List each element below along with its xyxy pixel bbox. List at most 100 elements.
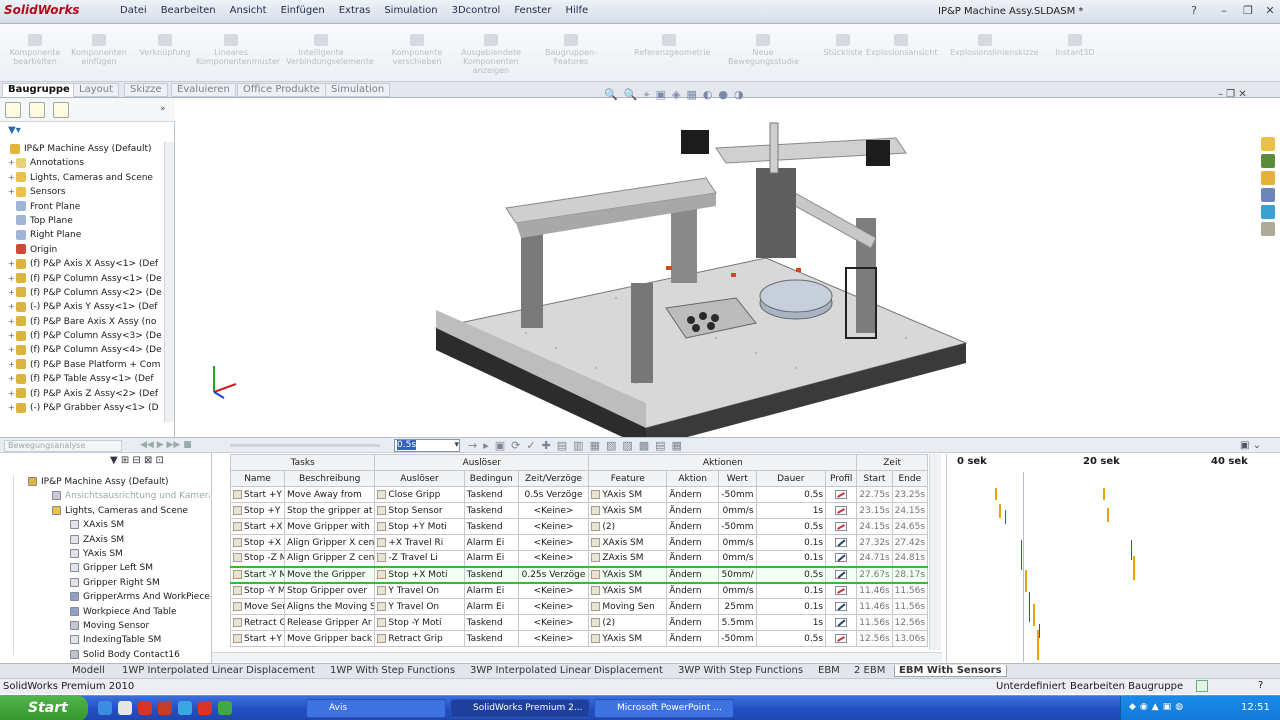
table-cell[interactable]: 27.67s [856,565,893,584]
table-cell[interactable]: 0mm/s [718,534,757,551]
motion-tree-item[interactable]: Workpiece And Table [4,605,210,619]
table-cell[interactable]: 5.5mm [718,614,757,631]
table-cell[interactable]: Release Gripper Ar [283,614,376,631]
motion-tool-icons[interactable]: →▸▣⟳✓✚▤▥▦▧▨▩▤▦ [468,439,688,452]
table-cell[interactable]: Alarm Ei [463,534,519,551]
table-cell[interactable]: (2) [588,614,668,631]
table-cell[interactable]: -50mm [718,518,757,535]
table-cell[interactable]: 0.1s [755,550,827,567]
column-header[interactable]: Start [856,470,893,487]
timeline-event-bar[interactable] [1133,556,1135,580]
table-cell[interactable]: Move the Gripper [283,565,376,584]
app-icon[interactable] [218,701,232,715]
ribbon-button-2[interactable]: Verknüpfung [130,34,200,57]
table-cell[interactable]: 11.56s [891,582,929,599]
motion-tree-item[interactable]: IndexingTable SM [4,633,210,647]
table-cell[interactable]: 0mm/s [718,582,757,599]
timeline-event-line[interactable] [1029,592,1030,622]
table-cell[interactable] [825,518,858,535]
motion-tree-scrollbar[interactable] [4,475,14,655]
table-cell[interactable]: 28.17s [891,565,929,584]
timeline-event-bar[interactable] [995,488,997,500]
column-header[interactable]: Auslöser [374,470,465,487]
table-cell[interactable]: Retract Gri [230,614,285,631]
ribbon-button-13[interactable]: Instant3D [1040,34,1110,57]
table-cell[interactable]: 0.5s [755,486,827,503]
help-icon[interactable]: ? [1186,4,1202,18]
feature-tree-item[interactable]: + (f) P&P Column Assy<1> (De [0,272,165,286]
table-cell[interactable]: YAxis SM [588,486,668,503]
feature-tree-item[interactable]: + Lights, Cameras and Scene [0,171,165,185]
expand-chevron-icon[interactable]: » [160,104,166,114]
ribbon-button-9[interactable]: Neue Bewegungsstudie [728,34,799,66]
tab-ebm[interactable]: EBM [814,665,844,676]
table-cell[interactable]: 0.5s [755,518,827,535]
feature-tree-item[interactable]: Front Plane [0,200,165,214]
table-cell[interactable]: Stop the gripper at [283,502,376,519]
table-cell[interactable]: 24.15s [891,502,929,519]
feature-tree-item[interactable]: + (f) P&P Table Assy<1> (Def [0,372,165,386]
table-cell[interactable]: 0.5s Verzöge [517,486,590,503]
table-cell[interactable]: Ändern [666,550,720,567]
table-cell[interactable]: 0.1s [755,598,827,615]
motion-tree-item[interactable]: Gripper Left SM [4,561,210,575]
table-cell[interactable]: <Keine> [517,534,590,551]
expand-icon[interactable]: + [8,315,16,329]
ribbon-button-1[interactable]: Komponenten einfügen [64,34,134,66]
expand-icon[interactable]: + [8,156,16,170]
table-cell[interactable]: 11.46s [856,598,893,615]
table-cell[interactable]: 50mm/ [718,565,757,584]
acrobat-icon[interactable] [198,701,212,715]
feature-tree-item[interactable]: + (f) P&P Axis Z Assy<2> (Def [0,387,165,401]
table-cell[interactable]: -50mm [718,486,757,503]
table-cell[interactable]: Start +Y M [230,486,285,503]
table-cell[interactable] [825,614,858,631]
table-cell[interactable]: YAxis SM [588,630,668,647]
tab-1wp-interpolated[interactable]: 1WP Interpolated Linear Displacement [118,665,319,676]
table-cell[interactable]: <Keine> [517,550,590,567]
table-cell[interactable]: Moving Sen [588,598,668,615]
feature-tree-item[interactable]: + (-) P&P Axis Y Assy<1> (Def [0,300,165,314]
expand-icon[interactable]: + [8,343,16,357]
table-cell[interactable]: Retract Grip [374,630,465,647]
table-cell[interactable]: Start +Y M [230,630,285,647]
table-cell[interactable]: Taskend [463,630,519,647]
feature-tree-item[interactable]: + (f) P&P Base Platform + Com [0,358,165,372]
table-cell[interactable]: Move Gripper with [283,518,376,535]
table-cell[interactable]: Taskend [463,565,519,584]
filter-icon[interactable]: ▼▾ [8,125,21,136]
column-header[interactable]: Aktion [666,470,720,487]
start-button[interactable]: Start [0,696,88,720]
restore-icon[interactable]: ❐ [1240,4,1256,18]
table-cell[interactable]: 0mm/s [718,550,757,567]
timeline-event-bar[interactable] [999,504,1001,518]
column-header[interactable]: Wert [718,470,757,487]
solidworks-logo[interactable]: SolidWorks [4,3,80,17]
table-cell[interactable]: Ändern [666,518,720,535]
menu-extras[interactable]: Extras [339,5,371,16]
taskbar-item-avis[interactable]: Avis [306,699,446,718]
browser-icon[interactable] [178,701,192,715]
table-cell[interactable] [825,630,858,647]
ribbon-button-12[interactable]: Explosionslinienskizze [950,34,1039,57]
motion-tree-item[interactable]: Solid Body Contact16 [4,648,210,662]
taskbar-item-solidworks[interactable]: SolidWorks Premium 2... [450,699,590,718]
motion-tree-item[interactable]: ZAxis SM [4,533,210,547]
chevron-down-icon[interactable]: ▾ [454,440,459,450]
table-cell[interactable]: Ändern [666,502,720,519]
table-cell[interactable]: Taskend [463,486,519,503]
column-header[interactable]: Zeit/Verzöge [517,470,590,487]
table-cell[interactable]: XAxis SM [588,534,668,551]
feature-tree-item[interactable]: + Annotations [0,156,165,170]
table-cell[interactable]: Alarm Ei [463,598,519,615]
tab-layout[interactable]: Layout [73,83,119,97]
feature-tree-scrollbar[interactable] [164,142,174,422]
table-cell[interactable]: 24.81s [891,550,929,567]
table-cell[interactable]: 1s [755,614,827,631]
feature-tree-item[interactable]: Top Plane [0,214,165,228]
expand-icon[interactable]: + [8,286,16,300]
feature-tree-item[interactable]: + (f) P&P Bare Axis X Assy (no [0,315,165,329]
table-cell[interactable]: Ändern [666,565,720,584]
powerpoint-quicklaunch-icon[interactable] [158,701,172,715]
ribbon-button-4[interactable]: Intelligente Verbindungselemente [286,34,374,66]
